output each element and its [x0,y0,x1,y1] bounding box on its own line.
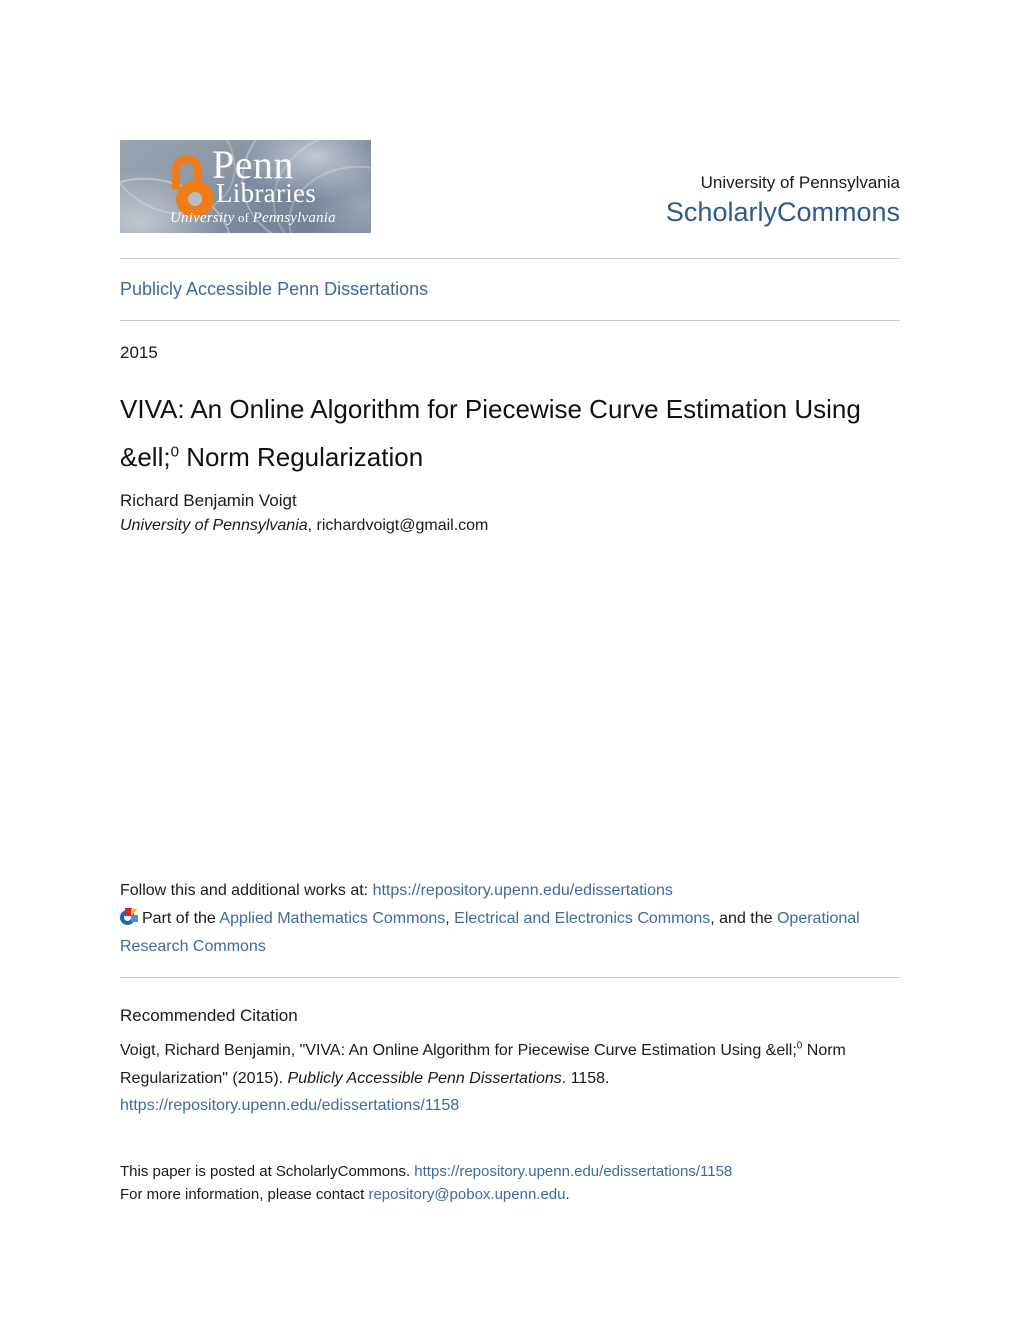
follow-works-block: Follow this and additional works at: htt… [120,877,910,961]
author-block: Richard Benjamin Voigt University of Pen… [120,489,820,537]
dc-blue-segment [131,915,138,922]
footer-contact-period: . [565,1186,570,1204]
logo-word-libraries: Libraries [216,178,317,208]
commons-link-electrical-and-electronics[interactable]: Electrical and Electronics Commons [454,910,710,927]
logo-word-university: University [170,210,235,226]
commons-separator-1: , [445,910,455,927]
affiliation-institution: University of Pennsylvania [120,516,308,534]
part-of-text: Part of the [142,910,220,927]
footer-contact-email-link[interactable]: repository@pobox.upenn.edu [368,1186,565,1203]
author-name: Richard Benjamin Voigt [120,491,297,510]
footer-paper-link[interactable]: https://repository.upenn.edu/edissertati… [414,1163,732,1180]
commons-separator-2: , and the [710,910,777,927]
footer-line-contact: For more information, please contact rep… [120,1183,910,1206]
penn-libraries-logo: Penn Libraries University of Pennsylvani… [120,140,371,233]
commons-link-applied-mathematics[interactable]: Applied Mathematics Commons [219,910,445,927]
footer-posted-lead: This paper is posted at ScholarlyCommons… [120,1163,415,1180]
divider-citation [120,977,900,978]
author-email: richardvoigt@gmail.com [316,516,489,534]
page-header: Penn Libraries University of Pennsylvani… [120,140,900,235]
divider-top [120,258,900,259]
footer-contact-lead: For more information, please contact [120,1186,369,1204]
title-text-tail: Norm Regularization [178,442,424,473]
follow-lead-text: Follow this and additional works at: [120,882,373,899]
follow-line-commons: Part of the Applied Mathematics Commons,… [120,905,910,961]
divider-series [120,320,900,321]
follow-works-link[interactable]: https://repository.upenn.edu/edissertati… [373,882,673,899]
logo-word-of: of [237,210,250,225]
repository-title[interactable]: ScholarlyCommons [440,196,900,230]
university-name: University of Pennsylvania [700,173,900,192]
affiliation-separator: , [307,516,317,534]
title-superscript: 0 [170,443,179,461]
publication-year: 2015 [120,343,158,362]
open-access-lock-icon [168,155,214,217]
series-link[interactable]: Publicly Accessible Penn Dissertations [120,278,428,301]
citation-series-name: Publicly Accessible Penn Dissertations [287,1069,562,1087]
follow-line-url: Follow this and additional works at: htt… [120,877,910,905]
repository-branding: University of Pennsylvania ScholarlyComm… [440,172,900,230]
recommended-citation-text: Voigt, Richard Benjamin, "VIVA: An Onlin… [120,1037,910,1120]
digital-commons-network-icon [120,908,138,926]
footer-line-posted: This paper is posted at ScholarlyCommons… [120,1160,910,1183]
author-affiliation: University of Pennsylvania, richardvoigt… [120,514,820,537]
citation-part-3: . 1158. [561,1069,610,1087]
page-title: VIVA: An Online Algorithm for Piecewise … [120,385,910,481]
citation-part-1: Voigt, Richard Benjamin, "VIVA: An Onlin… [120,1042,797,1059]
logo-word-pennsylvania: Pennsylvania [252,210,336,226]
document-page: Penn Libraries University of Pennsylvani… [0,0,1020,1320]
logo-word-university-of-pennsylvania: University of Pennsylvania [170,210,336,226]
page-footer: This paper is posted at ScholarlyCommons… [120,1160,910,1207]
recommended-citation-heading: Recommended Citation [120,1006,298,1025]
citation-url-link[interactable]: https://repository.upenn.edu/edissertati… [120,1097,459,1114]
lock-keyhole [188,192,202,206]
